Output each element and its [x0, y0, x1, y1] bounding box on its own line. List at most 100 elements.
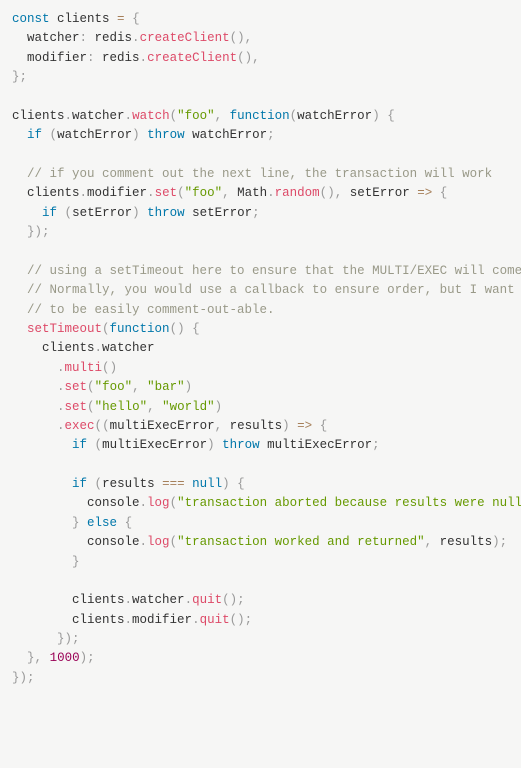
code-token: [185, 477, 193, 491]
code-token: clients: [12, 186, 80, 200]
code-token: watchError: [185, 128, 268, 142]
code-token: // Normally, you would use a callback to…: [27, 283, 521, 297]
code-token: ): [237, 31, 245, 45]
code-token: .: [57, 400, 65, 414]
code-token: [12, 419, 57, 433]
code-line: clients.modifier.set("foo", Math.random(…: [12, 186, 447, 200]
code-token: watcher: [132, 593, 185, 607]
code-token: (: [95, 419, 103, 433]
code-line: .set("foo", "bar"): [12, 380, 192, 394]
code-token: clients: [12, 341, 95, 355]
code-token: .: [125, 109, 133, 123]
code-token: [12, 206, 42, 220]
code-token: (: [95, 438, 103, 452]
code-token: if: [42, 206, 57, 220]
code-token: "foo": [185, 186, 223, 200]
code-token: .: [125, 593, 133, 607]
code-token: multi: [65, 361, 103, 375]
code-token: [12, 400, 57, 414]
code-line: if (setError) throw setError;: [12, 206, 260, 220]
code-token: modifier: [132, 613, 192, 627]
code-token: "world": [162, 400, 215, 414]
code-token: }: [12, 671, 20, 685]
code-token: modifier: [87, 186, 147, 200]
code-token: [42, 651, 50, 665]
code-token: {: [440, 186, 448, 200]
code-token: {: [237, 477, 245, 491]
code-token: [12, 458, 20, 472]
code-token: watch: [132, 109, 170, 123]
code-line: console.log("transaction worked and retu…: [12, 535, 507, 549]
code-line: // if you comment out the next line, the…: [12, 167, 492, 181]
code-token: (: [102, 419, 110, 433]
code-line: [12, 574, 20, 588]
code-token: ;: [20, 70, 28, 84]
code-token: console: [12, 535, 140, 549]
code-token: ===: [162, 477, 185, 491]
code-line: [12, 245, 20, 259]
code-token: [140, 380, 148, 394]
code-token: }: [57, 632, 65, 646]
code-token: 1000: [50, 651, 80, 665]
code-token: {: [387, 109, 395, 123]
code-token: .: [185, 593, 193, 607]
code-token: modifier: [12, 51, 87, 65]
code-token: (: [222, 593, 230, 607]
code-token: (: [170, 322, 178, 336]
code-token: ): [282, 419, 290, 433]
code-line: if (multiExecError) throw multiExecError…: [12, 438, 380, 452]
code-token: quit: [200, 613, 230, 627]
code-line: // to be easily comment-out-able.: [12, 303, 275, 317]
code-token: (: [102, 322, 110, 336]
code-token: exec: [65, 419, 95, 433]
code-token: (: [65, 206, 73, 220]
code-token: (: [87, 400, 95, 414]
code-token: .: [57, 380, 65, 394]
code-token: }: [72, 516, 80, 530]
code-line: });: [12, 225, 50, 239]
code-token: setError: [72, 206, 132, 220]
code-token: ): [20, 671, 28, 685]
code-token: ;: [267, 128, 275, 142]
code-token: :: [80, 31, 88, 45]
code-token: .: [132, 31, 140, 45]
code-token: (: [230, 613, 238, 627]
code-token: "transaction aborted because results wer…: [177, 496, 521, 510]
code-token: [222, 109, 230, 123]
code-token: setError: [342, 186, 417, 200]
code-token: null: [192, 477, 222, 491]
code-token: quit: [192, 593, 222, 607]
code-token: [12, 516, 72, 530]
code-token: "foo": [177, 109, 215, 123]
code-token: throw: [222, 438, 260, 452]
code-token: createClient: [140, 31, 230, 45]
code-token: {: [320, 419, 328, 433]
code-token: ;: [237, 593, 245, 607]
code-token: [12, 167, 27, 181]
code-token: .: [80, 186, 88, 200]
code-token: ;: [87, 651, 95, 665]
code-token: ,: [215, 419, 223, 433]
code-token: redis: [87, 31, 132, 45]
code-token: [12, 245, 20, 259]
code-token: (: [95, 477, 103, 491]
code-token: ,: [252, 51, 260, 65]
code-token: set: [65, 380, 88, 394]
code-token: .: [140, 51, 148, 65]
code-line: const clients = {: [12, 12, 140, 26]
code-token: ): [177, 322, 185, 336]
code-token: function: [110, 322, 170, 336]
code-line: modifier: redis.createClient(),: [12, 51, 260, 65]
code-token: clients: [12, 109, 65, 123]
code-token: {: [132, 12, 140, 26]
code-token: [312, 419, 320, 433]
code-line: if (watchError) throw watchError;: [12, 128, 275, 142]
code-token: [57, 206, 65, 220]
code-token: "bar": [147, 380, 185, 394]
code-token: watchError: [297, 109, 372, 123]
code-token: ): [132, 128, 140, 142]
code-line: [12, 148, 20, 162]
code-token: ,: [147, 400, 155, 414]
code-token: :: [87, 51, 95, 65]
code-token: ): [185, 380, 193, 394]
